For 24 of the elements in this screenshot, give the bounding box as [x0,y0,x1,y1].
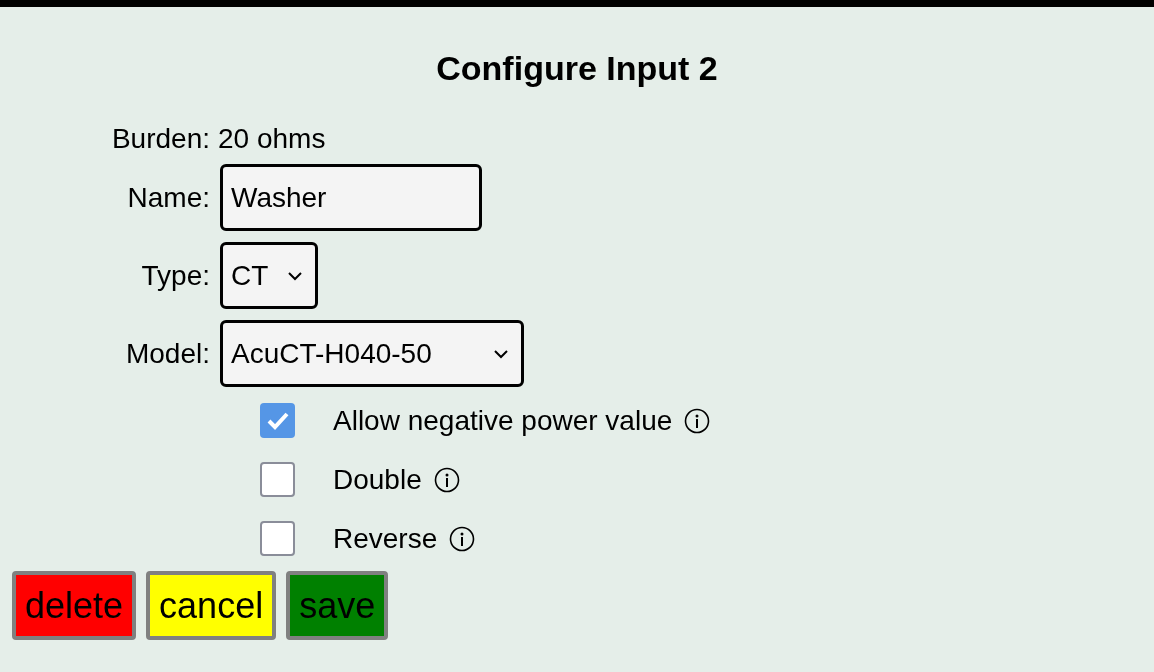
checkbox[interactable] [260,521,295,556]
field-label: Type: [140,258,210,293]
checkbox-label: Allow negative power value [333,406,673,435]
checkbox-label: Reverse [333,524,438,553]
checkbox-label: Double [333,465,422,494]
chevron-icon [287,270,303,281]
info-icon[interactable] [449,525,476,552]
action-button[interactable]: save [286,571,389,640]
checkmark-icon [265,410,290,431]
checkbox[interactable] [260,403,295,438]
action-button[interactable]: cancel [146,571,277,640]
field-label: Burden: [110,125,210,153]
info-icon[interactable] [433,466,460,493]
field-label: Model: [124,336,210,371]
burden-value: 20 ohms [218,125,327,153]
dialog-title: Configure Input 2 [435,51,719,85]
dropdown[interactable]: CT [220,242,318,309]
chevron-icon [493,348,509,359]
checkbox[interactable] [260,462,295,497]
info-icon[interactable] [684,407,711,434]
name-field[interactable]: Washer [220,164,482,231]
action-button[interactable]: delete [12,571,137,640]
field-label: Name: [126,180,210,215]
dropdown[interactable]: AcuCT-H040-50 [220,320,524,387]
